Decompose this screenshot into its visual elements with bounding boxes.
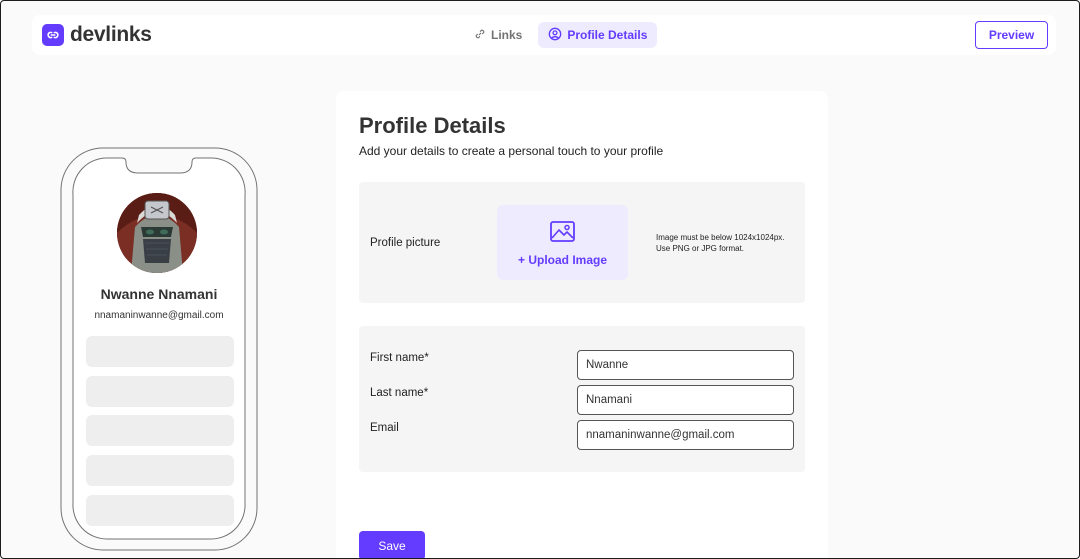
email-label: Email (370, 422, 399, 434)
image-requirements-note: Image must be below 1024x1024px. Use PNG… (656, 232, 801, 254)
profile-picture-panel: Profile picture + Upload Image Image mus… (359, 182, 805, 303)
upload-image-button[interactable]: + Upload Image (497, 205, 628, 280)
image-size-note: Image must be below 1024x1024px. (656, 233, 785, 242)
tab-profile-details-label: Profile Details (567, 28, 648, 42)
tab-links[interactable]: Links (464, 22, 532, 48)
link-logo-icon (42, 24, 64, 46)
profile-details-card: Profile Details Add your details to crea… (336, 91, 828, 558)
app-name: devlinks (70, 23, 152, 46)
save-button[interactable]: Save (359, 531, 425, 558)
upload-image-label: + Upload Image (517, 253, 608, 267)
link-placeholder (86, 455, 234, 486)
page-subtitle: Add your details to create a personal to… (359, 144, 664, 158)
first-name-field[interactable] (577, 350, 794, 380)
link-placeholder (86, 495, 234, 526)
last-name-label: Last name* (370, 387, 429, 399)
profile-avatar (117, 193, 197, 273)
link-placeholder (86, 415, 234, 446)
link-icon (474, 28, 486, 43)
profile-picture-label: Profile picture (370, 237, 441, 249)
page-title: Profile Details (359, 113, 506, 138)
link-placeholder (86, 336, 234, 367)
first-name-label: First name* (370, 352, 429, 364)
profile-fields-panel: First name* Last name* Email (359, 326, 805, 472)
tab-profile-details[interactable]: Profile Details (538, 22, 658, 48)
nav-tabs: Links Profile Details (464, 22, 658, 48)
top-navbar: devlinks Links Profile Details Preview (32, 15, 1056, 55)
user-circle-icon (548, 27, 562, 44)
preview-name: Nwanne Nnamani (100, 286, 218, 302)
tab-links-label: Links (491, 28, 523, 42)
last-name-field[interactable] (577, 385, 794, 415)
email-field[interactable] (577, 420, 794, 450)
preview-email: nnamaninwanne@gmail.com (94, 310, 224, 321)
image-icon (550, 221, 575, 247)
link-placeholder (86, 376, 234, 407)
preview-button[interactable]: Preview (975, 21, 1048, 49)
logo[interactable]: devlinks (42, 23, 152, 47)
app-window: devlinks Links Profile Details Preview N… (0, 0, 1080, 559)
image-format-note: Use PNG or JPG format. (656, 244, 745, 253)
